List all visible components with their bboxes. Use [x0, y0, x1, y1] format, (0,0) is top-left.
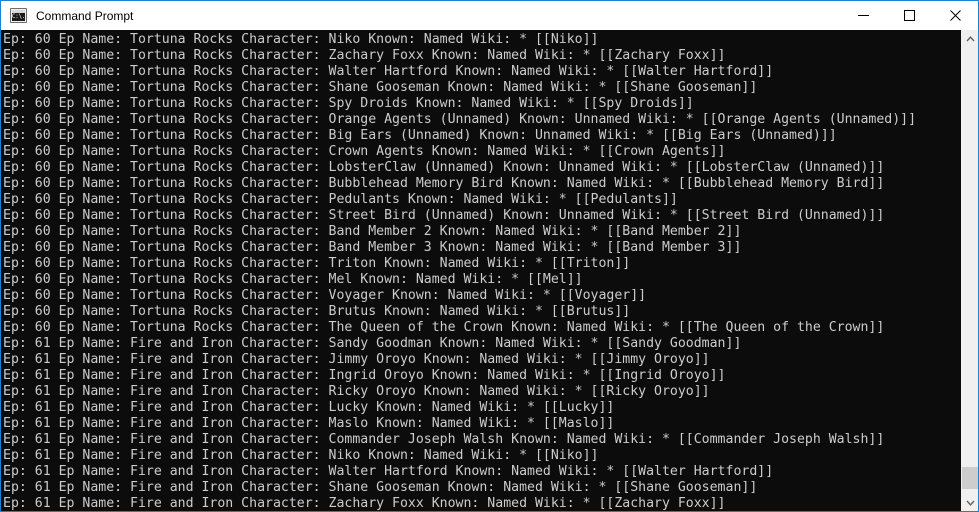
console-line: Ep: 60 Ep Name: Tortuna Rocks Character:… — [3, 32, 599, 47]
console-line: Ep: 60 Ep Name: Tortuna Rocks Character:… — [3, 320, 885, 335]
title-bar-left: C:\. Command Prompt — [1, 1, 840, 30]
console-line: Ep: 61 Ep Name: Fire and Iron Character:… — [3, 464, 774, 479]
icon-prompt-glyph: C:\. — [11, 13, 26, 20]
console-line: Ep: 60 Ep Name: Tortuna Rocks Character:… — [3, 96, 694, 111]
title-bar[interactable]: C:\. Command Prompt — [1, 1, 978, 30]
command-prompt-window: C:\. Command Prompt Ep: 60 Ep Name: Tort… — [0, 0, 979, 512]
console-line: Ep: 60 Ep Name: Tortuna Rocks Character:… — [3, 160, 885, 175]
vertical-scrollbar[interactable] — [961, 30, 978, 511]
console-line: Ep: 60 Ep Name: Tortuna Rocks Character:… — [3, 288, 647, 303]
console-line: Ep: 60 Ep Name: Tortuna Rocks Character:… — [3, 208, 885, 223]
scrollbar-thumb[interactable] — [962, 467, 978, 489]
console-line: Ep: 60 Ep Name: Tortuna Rocks Character:… — [3, 64, 774, 79]
window-controls — [840, 1, 978, 30]
console-line: Ep: 60 Ep Name: Tortuna Rocks Character:… — [3, 128, 837, 143]
console-line: Ep: 60 Ep Name: Tortuna Rocks Character:… — [3, 80, 758, 95]
console-line: Ep: 61 Ep Name: Fire and Iron Character:… — [3, 384, 710, 399]
console-output-area[interactable]: Ep: 60 Ep Name: Tortuna Rocks Character:… — [1, 30, 978, 511]
console-line: Ep: 60 Ep Name: Tortuna Rocks Character:… — [3, 192, 678, 207]
chevron-down-icon — [966, 500, 975, 506]
console-line: Ep: 61 Ep Name: Fire and Iron Character:… — [3, 496, 726, 511]
close-icon — [949, 10, 961, 21]
console-line: Ep: 60 Ep Name: Tortuna Rocks Character:… — [3, 256, 631, 271]
window-title: Command Prompt — [36, 8, 134, 23]
console-line: Ep: 60 Ep Name: Tortuna Rocks Character:… — [3, 224, 742, 239]
console-line: Ep: 60 Ep Name: Tortuna Rocks Character:… — [3, 144, 726, 159]
console-line: Ep: 61 Ep Name: Fire and Iron Character:… — [3, 416, 615, 431]
console-line: Ep: 61 Ep Name: Fire and Iron Character:… — [3, 368, 726, 383]
command-prompt-icon: C:\. — [10, 8, 27, 23]
icon-console-body: C:\. — [12, 13, 25, 21]
console-text: Ep: 60 Ep Name: Tortuna Rocks Character:… — [3, 32, 959, 511]
scroll-down-button[interactable] — [962, 494, 978, 511]
console-line: Ep: 60 Ep Name: Tortuna Rocks Character:… — [3, 240, 742, 255]
close-button[interactable] — [932, 1, 978, 30]
console-line: Ep: 60 Ep Name: Tortuna Rocks Character:… — [3, 272, 583, 287]
console-line: Ep: 61 Ep Name: Fire and Iron Character:… — [3, 352, 710, 367]
console-line: Ep: 61 Ep Name: Fire and Iron Character:… — [3, 432, 885, 447]
console-line: Ep: 61 Ep Name: Fire and Iron Character:… — [3, 448, 599, 463]
console-line: Ep: 60 Ep Name: Tortuna Rocks Character:… — [3, 176, 885, 191]
console-line: Ep: 60 Ep Name: Tortuna Rocks Character:… — [3, 48, 726, 63]
minimize-button[interactable] — [840, 1, 886, 30]
scroll-up-button[interactable] — [962, 30, 978, 47]
console-line: Ep: 60 Ep Name: Tortuna Rocks Character:… — [3, 112, 917, 127]
maximize-icon — [903, 10, 915, 21]
console-line: Ep: 61 Ep Name: Fire and Iron Character:… — [3, 480, 758, 495]
minimize-icon — [857, 15, 869, 16]
maximize-button[interactable] — [886, 1, 932, 30]
scrollbar-track[interactable] — [962, 47, 978, 494]
console-line: Ep: 61 Ep Name: Fire and Iron Character:… — [3, 400, 615, 415]
console-line: Ep: 61 Ep Name: Fire and Iron Character:… — [3, 336, 742, 351]
chevron-up-icon — [966, 35, 975, 41]
console-line: Ep: 60 Ep Name: Tortuna Rocks Character:… — [3, 304, 631, 319]
